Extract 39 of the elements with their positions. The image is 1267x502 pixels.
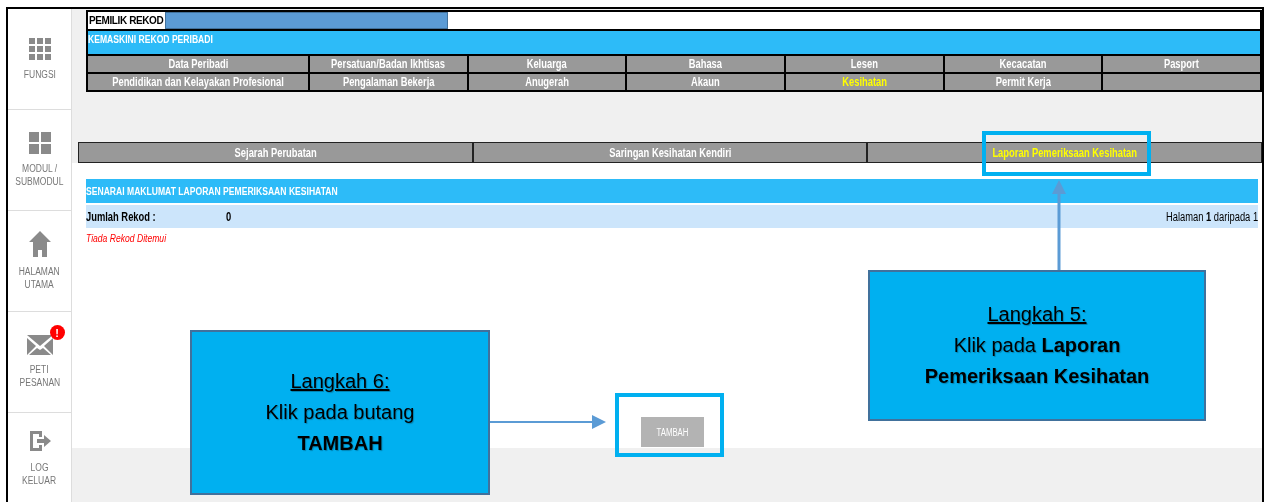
logout-icon xyxy=(27,429,52,453)
instruction-text: Klik pada butang TAMBAH xyxy=(264,400,416,456)
list-title: SENARAI MAKLUMAT LAPORAN PEMERIKSAAN KESIHATAN xyxy=(86,185,338,197)
notification-badge: ! xyxy=(49,325,65,340)
home-icon xyxy=(28,231,51,257)
step-heading: Langkah 5: xyxy=(987,302,1087,327)
tab[interactable]: Pendidikan dan Kelayakan Profesional xyxy=(88,74,309,90)
record-count-label: Jumlah Rekod : xyxy=(86,209,157,224)
tab[interactable]: Pasport xyxy=(1103,56,1260,72)
subtab[interactable]: Saringan Kesihatan Kendiri xyxy=(473,143,867,162)
envelope-icon xyxy=(26,335,53,355)
sidebar-item[interactable]: LOG KELUAR xyxy=(8,413,71,502)
tab[interactable]: Keluarga xyxy=(468,56,626,72)
empty-message: Tiada Rekod Ditemui xyxy=(86,232,167,244)
sidebar-item[interactable]: ! PETI PESANAN xyxy=(8,312,71,413)
record-owner-label: PEMILIK REKOD xyxy=(89,14,164,27)
tab[interactable]: Kecacatan xyxy=(944,56,1102,72)
tab[interactable]: Akaun xyxy=(627,74,785,90)
tab[interactable]: Persatuan/Badan Ikhtisas xyxy=(310,56,467,72)
subtab[interactable]: Laporan Pemeriksaan Kesihatan xyxy=(868,143,1261,162)
sidebar-item[interactable]: MODUL / SUBMODUL xyxy=(8,110,71,211)
record-count: 0 xyxy=(226,209,232,224)
sidebar-item[interactable]: FUNGSI xyxy=(8,9,71,110)
tab[interactable]: Anugerah xyxy=(468,74,626,90)
tab[interactable]: Kesihatan xyxy=(786,74,943,90)
add-button[interactable]: TAMBAH xyxy=(641,417,704,447)
instruction-text: Klik pada Laporan Pemeriksaan Kesihatan xyxy=(923,333,1151,389)
sidebar-item[interactable]: HALAMAN UTAMA xyxy=(8,211,71,312)
subtab[interactable]: Sejarah Perubatan xyxy=(79,143,472,162)
tab[interactable]: Permit Kerja xyxy=(944,74,1102,90)
section-title: KEMASKINI REKOD PERIBADI xyxy=(88,33,213,45)
grid-icon xyxy=(28,132,51,154)
pagination-text: Halaman 1 daripada 1 xyxy=(1165,209,1258,224)
tab[interactable]: Bahasa xyxy=(627,56,785,72)
tab[interactable]: Lesen xyxy=(786,56,943,72)
grid-icon xyxy=(28,37,51,60)
tab[interactable]: Pengalaman Bekerja xyxy=(310,74,467,90)
step-heading: Langkah 6: xyxy=(290,369,390,394)
tab[interactable]: Data Peribadi xyxy=(88,56,309,72)
